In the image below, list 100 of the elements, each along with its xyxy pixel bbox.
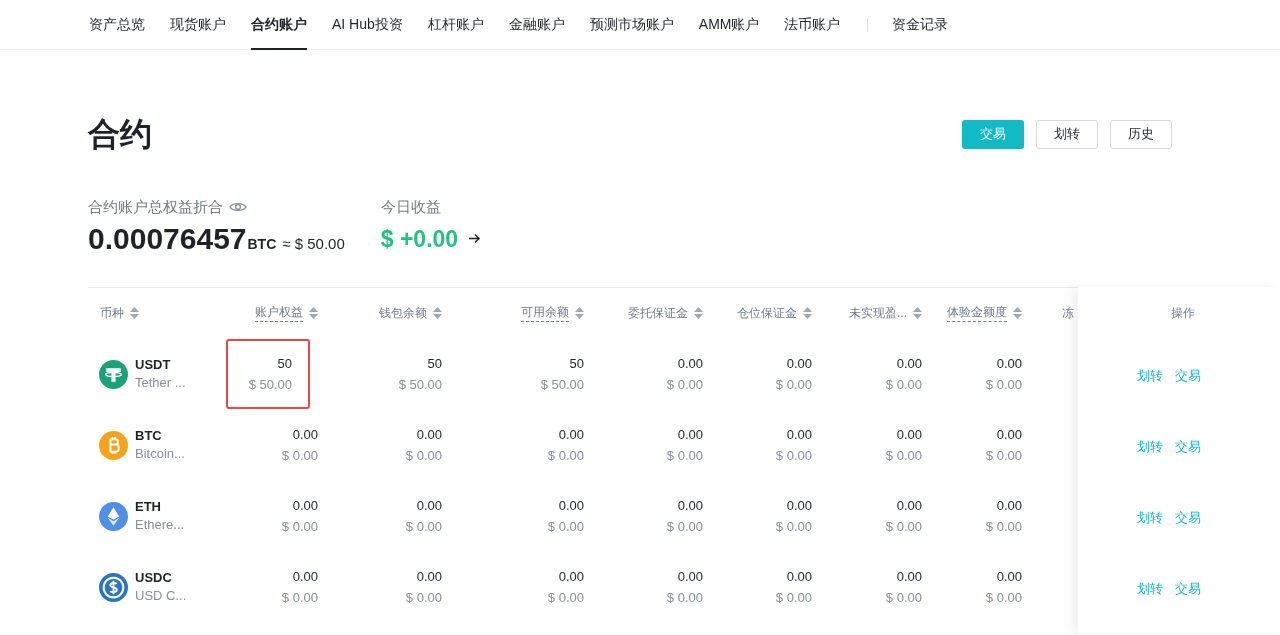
sort-icon[interactable]	[803, 306, 812, 319]
amount-value: 0.00	[416, 426, 442, 443]
column-header[interactable]: 仓位保证金	[737, 303, 797, 322]
eye-icon[interactable]	[229, 201, 247, 214]
coin-symbol: USDT	[135, 357, 172, 373]
sort-icon[interactable]	[575, 306, 584, 319]
amount-value: 0.00	[996, 568, 1022, 585]
usd-value: $ 50.00	[248, 376, 292, 393]
nav-tab[interactable]: 法币账户	[784, 0, 841, 50]
action-link[interactable]: 划转	[1137, 508, 1163, 528]
usd-value: $ 0.00	[775, 376, 812, 393]
amount-value: 50	[427, 355, 442, 372]
column-header[interactable]: 币种	[100, 303, 124, 322]
usd-value: $ 0.00	[885, 589, 922, 606]
pnl-label: 今日收益	[380, 197, 442, 217]
amount-value: 0.00	[996, 497, 1022, 514]
amount-value: 0.00	[996, 426, 1022, 443]
sort-icon[interactable]	[694, 306, 703, 319]
column-header: 操作	[1171, 304, 1195, 322]
coin-name: Tether ...	[135, 375, 186, 391]
nav-tab[interactable]: AI Hub投资	[332, 0, 403, 50]
usd-value: $ 0.00	[666, 376, 703, 393]
nav-tab[interactable]: 金融账户	[508, 0, 565, 50]
amount-value: 0.00	[677, 426, 703, 443]
nav-tab[interactable]: 杠杆账户	[427, 0, 484, 50]
sort-icon[interactable]	[1013, 306, 1022, 319]
column-header[interactable]: 账户权益	[255, 303, 303, 322]
usd-value: $ 0.00	[775, 518, 812, 535]
coin-icon	[99, 430, 128, 460]
sort-icon[interactable]	[309, 306, 318, 319]
amount-value: 50	[569, 355, 584, 372]
action-link[interactable]: 交易	[1175, 366, 1201, 386]
header-button[interactable]: 历史	[1110, 119, 1172, 149]
action-link[interactable]: 划转	[1137, 579, 1163, 599]
amount-value: 0.00	[558, 568, 584, 585]
amount-value: 0.00	[996, 355, 1022, 372]
amount-value: 0.00	[677, 568, 703, 585]
sort-icon[interactable]	[130, 306, 139, 319]
usd-value: $ 0.00	[547, 447, 584, 464]
amount-value: 0.00	[416, 568, 442, 585]
action-link[interactable]: 交易	[1175, 437, 1201, 457]
equity-value: 0.00076457	[88, 220, 247, 257]
usd-value: $ 0.00	[281, 518, 318, 535]
coin-name: USD C...	[135, 588, 187, 604]
nav-tab[interactable]: 预测市场账户	[589, 0, 674, 50]
amount-value: 0.00	[786, 568, 812, 585]
nav-tab[interactable]: AMM账户	[698, 0, 760, 50]
amount-value: 0.00	[558, 497, 584, 514]
column-header[interactable]: 体验金额度	[947, 303, 1007, 322]
amount-value: 0.00	[786, 497, 812, 514]
column-header[interactable]: 可用余额	[521, 303, 569, 322]
coin-symbol: ETH	[135, 499, 162, 515]
coin-name: Ethere...	[135, 517, 185, 533]
equity-usd-value: ≈ $ 50.00	[282, 233, 345, 254]
usd-value: $ 0.00	[666, 589, 703, 606]
trade-button[interactable]: 交易	[962, 119, 1024, 149]
amount-value: 0.00	[292, 426, 318, 443]
page-title: 合约	[88, 115, 152, 154]
usd-value: $ 0.00	[775, 447, 812, 464]
usd-value: $ 0.00	[666, 447, 703, 464]
arrow-right-icon[interactable]	[468, 233, 482, 244]
usd-value: $ 0.00	[405, 518, 442, 535]
amount-value: 0.00	[896, 497, 922, 514]
usd-value: $ 0.00	[666, 518, 703, 535]
coin-icon	[99, 359, 128, 389]
usd-value: $ 0.00	[985, 447, 1022, 464]
amount-value: 0.00	[292, 568, 318, 585]
action-link[interactable]: 交易	[1175, 579, 1201, 599]
amount-value: 0.00	[786, 426, 812, 443]
usd-value: $ 0.00	[885, 447, 922, 464]
column-header[interactable]: 委托保证金	[628, 303, 688, 322]
usd-value: $ 0.00	[405, 447, 442, 464]
column-header[interactable]: 钱包余额	[379, 303, 427, 322]
nav-tab[interactable]: 现货账户	[170, 0, 226, 50]
action-link[interactable]: 交易	[1175, 508, 1201, 528]
amount-value: 0.00	[677, 497, 703, 514]
usd-value: $ 0.00	[885, 518, 922, 535]
nav-tab[interactable]: 资产总览	[89, 0, 145, 50]
nav-tab[interactable]: 合约账户	[251, 0, 307, 50]
amount-value: 0.00	[896, 426, 922, 443]
header-button[interactable]: 划转	[1036, 119, 1098, 149]
amount-value: 0.00	[416, 497, 442, 514]
pnl-value: $ +0.00	[380, 224, 459, 254]
amount-value: 0.00	[292, 497, 318, 514]
sort-icon[interactable]	[913, 306, 922, 319]
amount-value: 0.00	[677, 355, 703, 372]
usd-value: $ 0.00	[985, 589, 1022, 606]
column-header[interactable]: 未实现盈...	[849, 303, 907, 322]
usd-value: $ 0.00	[547, 518, 584, 535]
sort-icon[interactable]	[433, 306, 442, 319]
amount-value: 0.00	[786, 355, 812, 372]
usd-value: $ 0.00	[985, 518, 1022, 535]
usd-value: $ 0.00	[885, 376, 922, 393]
usd-value: $ 0.00	[281, 589, 318, 606]
coin-icon	[99, 501, 128, 531]
nav-link[interactable]: 资金记录	[892, 14, 949, 35]
amount-value: 50	[277, 355, 292, 372]
action-link[interactable]: 划转	[1137, 437, 1163, 457]
coin-name: Bitcoin...	[135, 446, 185, 462]
action-link[interactable]: 划转	[1137, 366, 1163, 386]
